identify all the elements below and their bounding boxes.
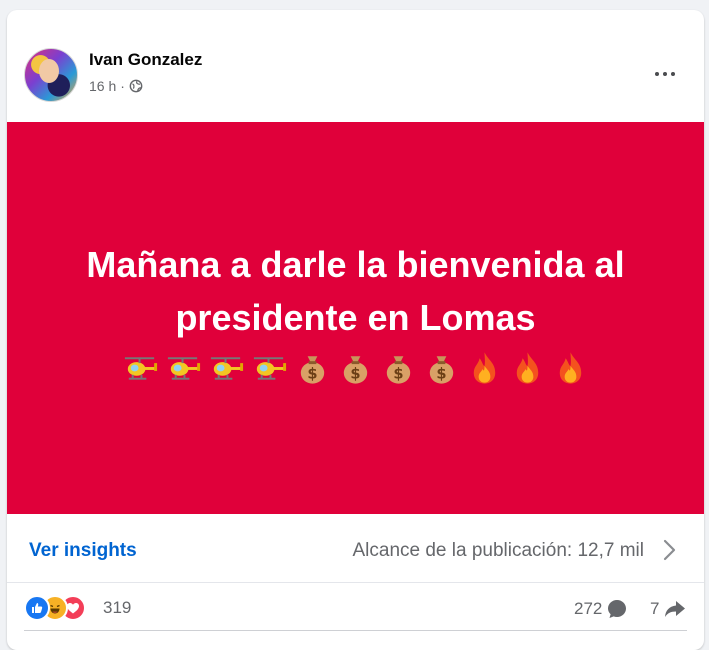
fire-icon xyxy=(516,352,539,384)
fire-icon xyxy=(559,352,582,384)
reaction-icons[interactable] xyxy=(24,595,86,621)
author-avatar[interactable] xyxy=(24,48,78,102)
post-reach[interactable]: Alcance de la publicación: 12,7 mil xyxy=(352,540,644,562)
post-text-background[interactable]: Mañana a darle la bienvenida al presiden… xyxy=(7,122,704,514)
dot-icon xyxy=(655,72,659,76)
emoji-row: $ $ $ $ xyxy=(121,348,590,388)
chevron-right-icon[interactable] xyxy=(659,538,679,562)
post-text: Mañana a darle la bienvenida al presiden… xyxy=(36,238,676,344)
svg-text:$: $ xyxy=(307,366,317,383)
svg-text:$: $ xyxy=(350,366,360,383)
insights-bar: Ver insights Alcance de la publicación: … xyxy=(7,514,704,583)
helicopter-icon xyxy=(167,357,201,380)
share-icon xyxy=(665,601,686,617)
author-name[interactable]: Ivan Gonzalez xyxy=(89,50,202,70)
post-header: Ivan Gonzalez 16 h · xyxy=(7,10,704,122)
reactions-count[interactable]: 319 xyxy=(103,598,131,618)
comments-stat[interactable]: 272 xyxy=(574,598,628,620)
dot-icon xyxy=(663,72,667,76)
post-meta: 16 h · xyxy=(89,78,143,94)
money-bag-icon: $ xyxy=(300,356,325,384)
money-bag-icon: $ xyxy=(343,356,368,384)
shares-count: 7 xyxy=(650,599,660,618)
helicopter-icon xyxy=(124,357,158,380)
divider xyxy=(24,630,687,631)
helicopter-icon xyxy=(210,357,244,380)
comment-icon xyxy=(608,600,627,618)
ver-insights-link[interactable]: Ver insights xyxy=(29,540,137,562)
globe-icon[interactable] xyxy=(129,79,143,93)
fire-icon xyxy=(473,352,496,384)
svg-text:$: $ xyxy=(436,366,446,383)
money-bag-icon: $ xyxy=(386,356,411,384)
like-reaction-icon xyxy=(24,595,50,621)
avatar-face xyxy=(39,59,59,83)
shares-stat[interactable]: 7 xyxy=(650,598,687,620)
comments-count: 272 xyxy=(574,599,603,618)
more-options-button[interactable] xyxy=(647,62,683,86)
money-bag-icon: $ xyxy=(429,356,454,384)
helicopter-icon xyxy=(253,357,287,380)
svg-text:$: $ xyxy=(393,366,403,383)
meta-separator: · xyxy=(120,78,125,94)
post-time[interactable]: 16 h xyxy=(89,78,116,94)
post-text-line-2: presidente en Lomas xyxy=(175,297,536,338)
post-card: Ivan Gonzalez 16 h · Mañana a darle la b… xyxy=(7,10,704,650)
dot-icon xyxy=(671,72,675,76)
post-text-line-1: Mañana a darle la bienvenida al xyxy=(86,244,625,285)
post-stats: 319 272 7 xyxy=(7,583,704,631)
